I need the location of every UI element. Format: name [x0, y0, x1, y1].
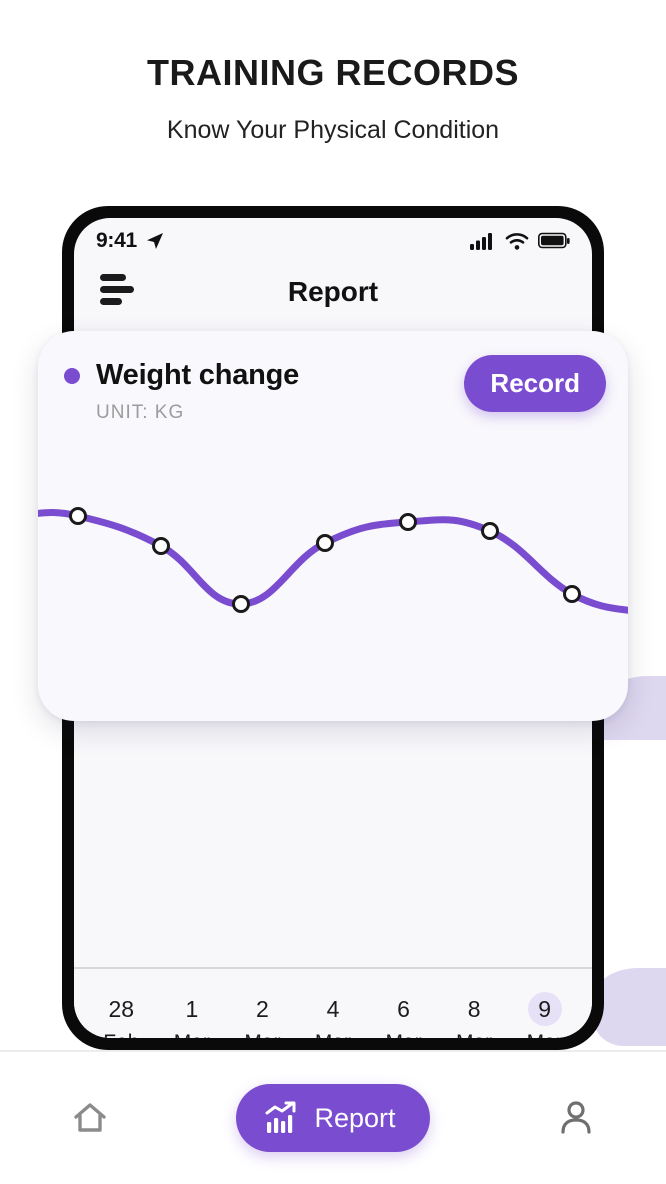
date-month: Feb: [89, 1028, 153, 1038]
chart-svg: [38, 507, 628, 614]
date-item[interactable]: 4 Mar: [301, 992, 365, 1038]
date-item[interactable]: 8 Mar: [442, 992, 506, 1038]
date-day: 9: [513, 992, 577, 1026]
card-title: Weight change: [96, 359, 300, 391]
chart-data-point[interactable]: [232, 595, 250, 613]
date-item[interactable]: 1 Mar: [160, 992, 224, 1038]
bottom-navigation: Report: [0, 1050, 666, 1184]
date-day: 28: [89, 992, 153, 1026]
menu-bar-middle: [100, 286, 134, 293]
chart-data-point[interactable]: [152, 537, 170, 555]
date-day-value: 9: [527, 992, 562, 1026]
date-item[interactable]: 28 Feb: [89, 992, 153, 1038]
page-heading-block: TRAINING RECORDS Know Your Physical Cond…: [0, 0, 666, 145]
tab-report[interactable]: Report: [236, 1084, 430, 1152]
status-bar-time: 9:41: [96, 229, 137, 252]
date-item[interactable]: 6 Mar: [372, 992, 436, 1038]
chart-line: [38, 509, 628, 614]
bar-chart-trend-icon: [265, 1101, 296, 1133]
date-month: Mar: [442, 1028, 506, 1038]
chart-data-point[interactable]: [316, 534, 334, 552]
date-day: 2: [230, 992, 294, 1026]
hamburger-menu-icon[interactable]: [100, 274, 136, 305]
date-month: Mar: [513, 1028, 577, 1038]
page-root: TRAINING RECORDS Know Your Physical Cond…: [0, 0, 666, 1184]
status-bar: 9:41: [74, 218, 592, 260]
menu-bar-bottom: [100, 298, 122, 305]
weight-line-chart: [38, 481, 628, 681]
chart-data-point[interactable]: [563, 585, 581, 603]
legend-dot-icon: [64, 367, 80, 384]
date-month: Mar: [230, 1028, 294, 1038]
date-day: 1: [160, 992, 224, 1026]
app-bar-title: Report: [287, 276, 379, 307]
weight-change-card: Weight change UNIT: KG Record: [38, 331, 628, 721]
date-strip[interactable]: 28 Feb 1 Mar 2 Mar 4 Mar 6 Mar 8 Mar 9 Mar: [74, 982, 592, 1038]
wifi-icon: [505, 233, 529, 250]
menu-bar-top: [100, 274, 126, 281]
location-arrow-icon: [146, 233, 163, 249]
tab-report-label: Report: [314, 1102, 396, 1133]
app-bar: Report: [74, 260, 592, 324]
battery-icon: [538, 232, 570, 249]
chart-data-point[interactable]: [399, 513, 417, 531]
status-bar-right: [470, 232, 570, 250]
chart-data-point[interactable]: [481, 522, 499, 540]
date-day: 4: [301, 992, 365, 1026]
record-button[interactable]: Record: [464, 355, 606, 412]
divider-above-dates: [74, 967, 592, 969]
decorative-blob-bottom-right: [594, 968, 666, 1046]
date-month: Mar: [160, 1028, 224, 1038]
date-day: 6: [372, 992, 436, 1026]
date-day-value: 8: [467, 996, 481, 1022]
date-day: 8: [442, 992, 506, 1026]
page-subtitle: Know Your Physical Condition: [166, 116, 500, 144]
date-day-value: 1: [185, 996, 199, 1022]
date-day-value: 4: [326, 996, 340, 1022]
person-icon[interactable]: [550, 1092, 602, 1144]
date-month: Mar: [372, 1028, 436, 1038]
date-day-value: 6: [397, 996, 410, 1022]
date-item[interactable]: 9 Mar: [513, 992, 577, 1038]
page-title: TRAINING RECORDS: [146, 52, 519, 93]
date-month: Mar: [301, 1028, 365, 1038]
date-day-value: 28: [108, 996, 135, 1022]
home-icon[interactable]: [64, 1092, 116, 1144]
date-item[interactable]: 2 Mar: [230, 992, 294, 1038]
cellular-signal-icon: [470, 233, 492, 250]
chart-data-point[interactable]: [69, 507, 87, 525]
status-bar-left: 9:41: [96, 229, 165, 253]
date-day-value: 2: [256, 996, 269, 1022]
